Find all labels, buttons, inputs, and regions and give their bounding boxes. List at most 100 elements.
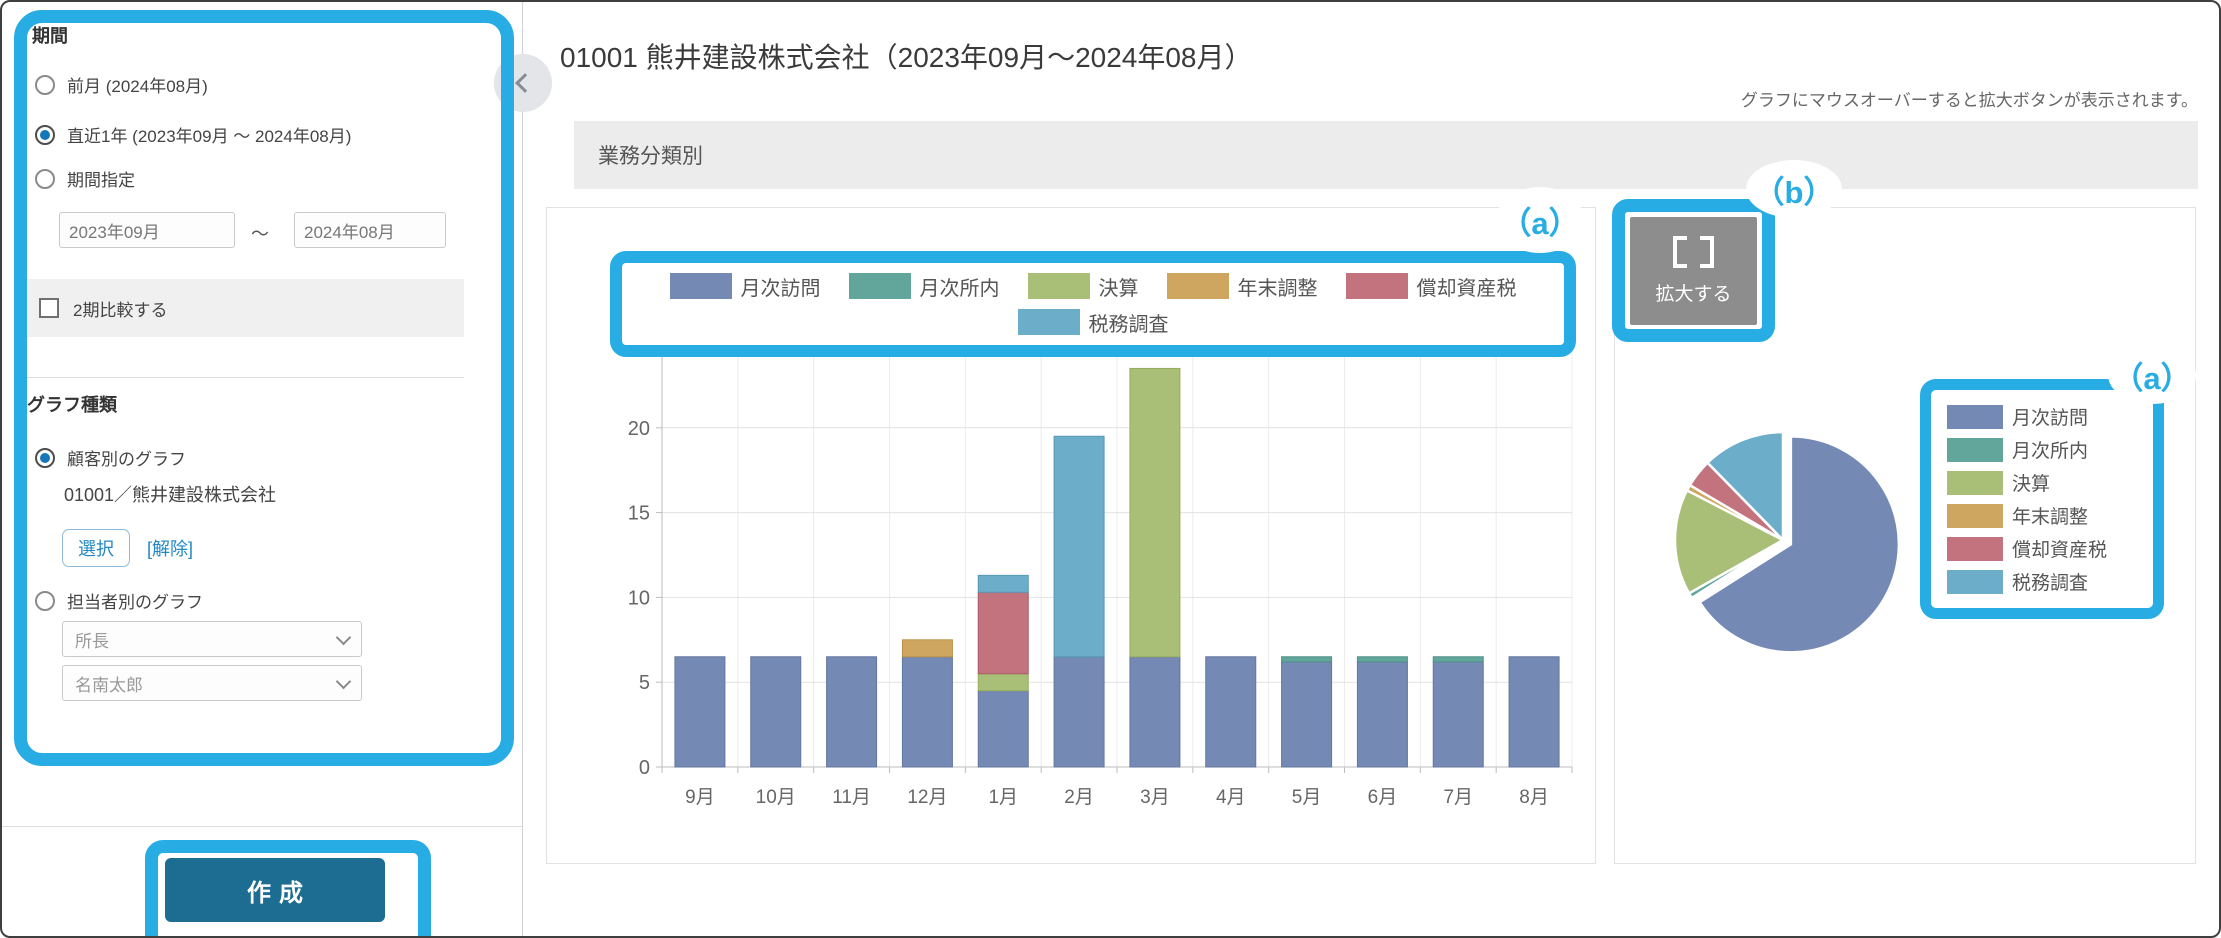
radio-icon xyxy=(35,591,55,611)
radio-custom-period-label: 期間指定 xyxy=(67,166,135,191)
graph-type-section-title: グラフ種類 xyxy=(27,391,117,417)
clear-customer-link[interactable]: [解除] xyxy=(147,535,193,561)
bar-segment xyxy=(1433,662,1483,767)
axis-tick-label: 11月 xyxy=(832,787,871,808)
legend-item[interactable]: 月次所内 xyxy=(1947,436,2153,463)
bar-segment xyxy=(1206,657,1256,767)
selected-customer-value: 01001／熊井建設株式会社 xyxy=(64,481,276,507)
pie-chart-slices xyxy=(1675,432,1899,652)
radio-customer-graph-label: 顧客別のグラフ xyxy=(67,445,186,470)
bar-segment xyxy=(1357,657,1407,662)
legend-item[interactable]: 月次訪問 xyxy=(670,272,821,301)
legend-item[interactable]: 償却資産税 xyxy=(1346,272,1517,301)
radio-prev-month[interactable]: 前月 (2024年08月) xyxy=(35,72,208,97)
compare-checkbox-row[interactable]: 2期比較する xyxy=(27,279,464,337)
bar-segment xyxy=(1054,657,1104,767)
sidebar-divider xyxy=(522,2,523,938)
legend-label: 決算 xyxy=(1099,272,1139,301)
axis-tick-label: 2月 xyxy=(1064,787,1094,808)
create-button[interactable]: 作成 xyxy=(165,858,385,922)
graph-creation-page: 期間 前月 (2024年08月) 直近1年 (2023年09月 ～ 2024年0… xyxy=(0,0,2221,938)
bar-segment xyxy=(978,575,1028,592)
bar-segment xyxy=(1433,657,1483,662)
axis-tick-label: 0 xyxy=(639,757,650,779)
legend-item[interactable]: 年末調整 xyxy=(1167,272,1318,301)
bar-legend-row: 税務調査 xyxy=(622,308,1564,337)
axis-tick-label: 10 xyxy=(628,587,650,609)
axis-tick-label: 1月 xyxy=(988,787,1018,808)
legend-swatch xyxy=(1947,438,2003,462)
staff-role-value: 所長 xyxy=(75,627,109,652)
radio-icon xyxy=(35,169,55,189)
axis-tick-label: 8月 xyxy=(1519,787,1549,808)
legend-item[interactable]: 年末調整 xyxy=(1947,502,2153,529)
radio-icon xyxy=(35,75,55,95)
radio-staff-graph-label: 担当者別のグラフ xyxy=(67,588,203,613)
axis-tick-label: 10月 xyxy=(756,787,796,808)
radio-staff-graph[interactable]: 担当者別のグラフ xyxy=(35,588,203,613)
legend-item[interactable]: 月次訪問 xyxy=(1947,403,2153,430)
expand-button-label: 拡大する xyxy=(1655,279,1731,306)
radio-custom-period[interactable]: 期間指定 xyxy=(35,166,135,191)
section-band-label: 業務分類別 xyxy=(598,140,703,170)
callout-tag-b-expand: （b） xyxy=(1746,160,1842,218)
select-customer-button[interactable]: 選択 xyxy=(62,529,130,567)
legend-swatch xyxy=(1028,273,1090,299)
legend-item[interactable]: 償却資産税 xyxy=(1947,535,2153,562)
bar-segment xyxy=(1054,436,1104,656)
bar-legend-callout-highlight: 月次訪問 月次所内 決算 年末調整償却資産税 税務調査 xyxy=(610,251,1576,357)
legend-label: 月次所内 xyxy=(920,272,1000,301)
period-range-separator: ～ xyxy=(251,220,269,246)
bar-segment xyxy=(827,657,877,767)
legend-item[interactable]: 決算 xyxy=(1028,272,1139,301)
pie-legend-callout-highlight: 月次訪問月次所内決算年末調整償却資産税税務調査 xyxy=(1920,379,2164,619)
legend-label: 年末調整 xyxy=(1238,272,1318,301)
expand-button[interactable]: 拡大する xyxy=(1630,217,1757,325)
axis-tick-label: 4月 xyxy=(1216,787,1246,808)
axis-tick-label: 5 xyxy=(639,672,650,694)
section-band: 業務分類別 xyxy=(574,121,2198,189)
period-from-input[interactable] xyxy=(59,212,235,248)
compare-checkbox-label: 2期比較する xyxy=(73,296,167,321)
legend-item[interactable]: 税務調査 xyxy=(1018,308,1169,337)
legend-label: 月次所内 xyxy=(2012,436,2088,463)
bar-segment xyxy=(978,674,1028,691)
chevron-left-icon xyxy=(515,73,535,93)
bar-segment xyxy=(751,657,801,767)
legend-swatch xyxy=(1018,309,1080,335)
radio-customer-graph[interactable]: 顧客別のグラフ xyxy=(35,445,186,470)
legend-swatch xyxy=(1346,273,1408,299)
legend-swatch xyxy=(849,273,911,299)
axis-tick-label: 20 xyxy=(628,418,650,440)
bar-segment xyxy=(1357,662,1407,767)
legend-label: 税務調査 xyxy=(1089,308,1169,337)
bar-segment xyxy=(1282,662,1332,767)
bar-legend-row: 月次訪問 月次所内 決算 年末調整償却資産税 xyxy=(622,272,1564,301)
staff-name-select[interactable]: 名南太郎 xyxy=(62,665,362,701)
axis-tick-label: 3月 xyxy=(1140,787,1170,808)
fullscreen-expand-icon xyxy=(1673,236,1714,268)
staff-role-select[interactable]: 所長 xyxy=(62,621,362,657)
legend-swatch xyxy=(670,273,732,299)
collapse-sidebar-button[interactable] xyxy=(494,54,552,112)
axis-tick-label: 6月 xyxy=(1368,787,1398,808)
radio-recent-year[interactable]: 直近1年 (2023年09月 ～ 2024年08月) xyxy=(35,122,351,147)
legend-swatch xyxy=(1947,405,2003,429)
legend-item[interactable]: 月次所内 xyxy=(849,272,1000,301)
bar-segment xyxy=(902,640,952,657)
bar-segment xyxy=(675,657,725,767)
bar-segment xyxy=(978,691,1028,767)
callout-tag-a-bar-legend: （a） xyxy=(1496,187,1584,253)
bar-segment xyxy=(1282,657,1332,662)
legend-item[interactable]: 決算 xyxy=(1947,469,2153,496)
period-to-input[interactable] xyxy=(294,212,446,248)
sidebar: 期間 前月 (2024年08月) 直近1年 (2023年09月 ～ 2024年0… xyxy=(2,2,522,938)
axis-tick-label: 15 xyxy=(628,503,650,525)
period-section-title: 期間 xyxy=(32,22,68,48)
legend-label: 税務調査 xyxy=(2012,568,2088,595)
section-divider xyxy=(27,377,464,378)
compare-checkbox[interactable] xyxy=(39,298,59,318)
legend-label: 償却資産税 xyxy=(2012,535,2107,562)
legend-item[interactable]: 税務調査 xyxy=(1947,568,2153,595)
sidebar-bottom-divider xyxy=(2,826,522,827)
